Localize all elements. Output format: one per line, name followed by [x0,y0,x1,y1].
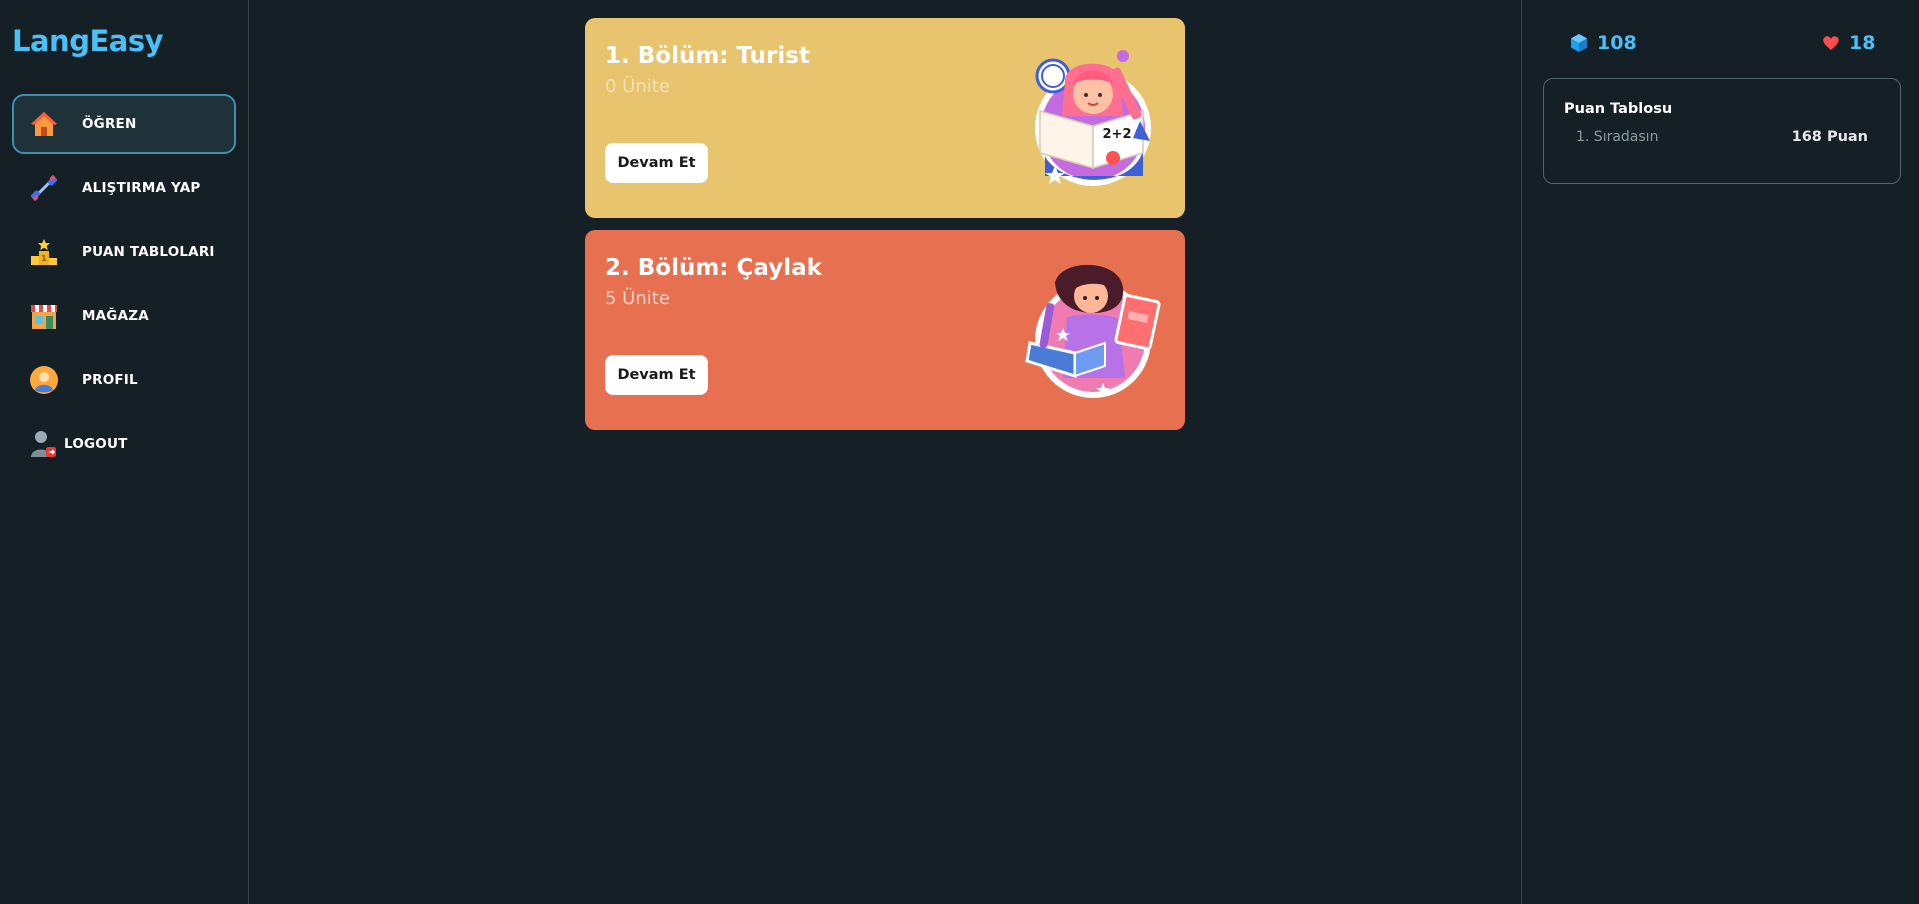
leaderboard-card[interactable]: Puan Tablosu 1. Sıradasın 168 Puan [1543,78,1901,184]
girl-reading-math-book-icon: 2+2 [1015,46,1165,196]
sidebar: LangEasy ÖĞREN ALIŞTIRMA YAP 1 PUAN TABL… [0,0,249,904]
sidebar-item-practice[interactable]: ALIŞTIRMA YAP [12,158,236,218]
sidebar-nav: ÖĞREN ALIŞTIRMA YAP 1 PUAN TABLOLARI MAĞ… [12,94,236,478]
sidebar-item-label: PROFIL [82,372,138,388]
gems-count: 108 [1597,32,1637,54]
hearts-count: 18 [1849,32,1876,54]
right-panel: 108 18 Puan Tablosu 1. Sıradasın 168 Pua… [1521,0,1919,904]
sidebar-item-logout[interactable]: LOGOUT [12,414,236,474]
app-root: LangEasy ÖĞREN ALIŞTIRMA YAP 1 PUAN TABL… [0,0,1919,904]
child-reading-books-icon [1015,258,1165,408]
heart-icon [1822,33,1842,53]
sidebar-item-learn[interactable]: ÖĞREN [12,94,236,154]
leaderboard-title: Puan Tablosu [1564,101,1673,117]
leaderboard-rank: 1. Sıradasın [1576,129,1659,145]
sidebar-item-shop[interactable]: MAĞAZA [12,286,236,346]
gems-counter[interactable]: 108 [1570,32,1637,54]
sidebar-item-label: ÖĞREN [82,116,137,132]
sidebar-item-label: PUAN TABLOLARI [82,244,215,260]
sidebar-item-leaderboards[interactable]: 1 PUAN TABLOLARI [12,222,236,282]
sidebar-item-label: LOGOUT [64,436,128,452]
home-icon [28,108,60,140]
gem-icon [1570,33,1590,53]
section-card: 1. Bölüm: Turist 0 Ünite Devam Et 2+2 [585,18,1185,218]
sidebar-item-label: ALIŞTIRMA YAP [82,180,201,196]
logout-icon [28,428,60,460]
section-card: 2. Bölüm: Çaylak 5 Ünite Devam Et [585,230,1185,430]
sidebar-item-label: MAĞAZA [82,308,149,324]
svg-text:1: 1 [41,254,47,263]
leaderboard-points: 168 Puan [1791,129,1868,145]
sidebar-item-profile[interactable]: PROFIL [12,350,236,410]
dumbbell-icon [28,172,60,204]
hearts-counter[interactable]: 18 [1822,32,1875,54]
leaderboard-row: 1. Sıradasın 168 Puan [1564,129,1880,145]
podium-icon: 1 [28,236,60,268]
continue-button[interactable]: Devam Et [605,355,708,395]
profile-icon [28,364,60,396]
svg-text:2+2: 2+2 [1103,127,1132,142]
continue-button[interactable]: Devam Et [605,143,708,183]
app-logo[interactable]: LangEasy [12,24,164,58]
shop-icon [28,300,60,332]
